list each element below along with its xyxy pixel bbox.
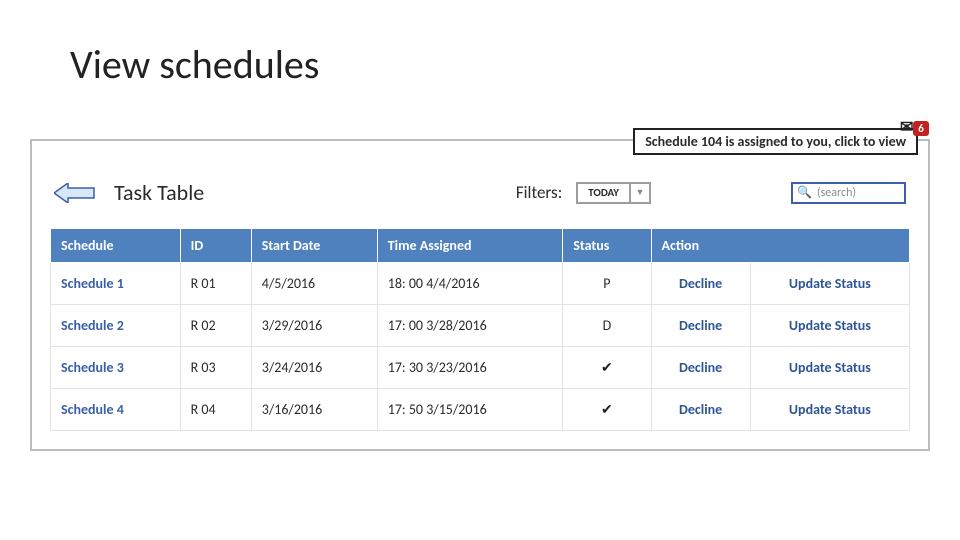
filter-value: TODAY	[578, 186, 629, 199]
notification-badge: ✉ 6	[908, 117, 934, 139]
cell-id: R 01	[180, 263, 251, 305]
table-row: Schedule 2R 023/29/201617: 00 3/28/2016D…	[51, 305, 910, 347]
filters-label: Filters:	[516, 182, 562, 203]
cell-start-date: 4/5/2016	[251, 263, 377, 305]
schedule-link[interactable]: Schedule 3	[51, 347, 181, 389]
col-id: ID	[180, 229, 251, 263]
table-header-row: Schedule ID Start Date Time Assigned Sta…	[51, 229, 910, 263]
cell-start-date: 3/29/2016	[251, 305, 377, 347]
cell-status: D	[563, 305, 651, 347]
cell-id: R 02	[180, 305, 251, 347]
schedule-link[interactable]: Schedule 2	[51, 305, 181, 347]
cell-start-date: 3/16/2016	[251, 389, 377, 431]
back-arrow-icon[interactable]	[54, 183, 96, 203]
page-title: View schedules	[0, 0, 960, 89]
task-table: Schedule ID Start Date Time Assigned Sta…	[50, 228, 910, 431]
cell-time-assigned: 17: 50 3/15/2016	[377, 389, 563, 431]
search-input[interactable]: 🔍 (search)	[791, 182, 906, 204]
col-schedule: Schedule	[51, 229, 181, 263]
cell-time-assigned: 17: 30 3/23/2016	[377, 347, 563, 389]
search-placeholder: (search)	[817, 186, 856, 200]
cell-status: ✔	[563, 347, 651, 389]
update-status-link[interactable]: Update Status	[750, 305, 909, 347]
cell-status: ✔	[563, 389, 651, 431]
cell-id: R 04	[180, 389, 251, 431]
update-status-link[interactable]: Update Status	[750, 389, 909, 431]
toolbar: Task Table Filters: TODAY ▼ 🔍 (search)	[50, 179, 910, 206]
notification-banner[interactable]: Schedule 104 is assigned to you, click t…	[633, 128, 918, 155]
main-panel: Schedule 104 is assigned to you, click t…	[30, 139, 930, 451]
cell-start-date: 3/24/2016	[251, 347, 377, 389]
col-start-date: Start Date	[251, 229, 377, 263]
decline-link[interactable]: Decline	[651, 263, 750, 305]
col-action: Action	[651, 229, 909, 263]
cell-time-assigned: 17: 00 3/28/2016	[377, 305, 563, 347]
decline-link[interactable]: Decline	[651, 389, 750, 431]
table-row: Schedule 3R 033/24/201617: 30 3/23/2016✔…	[51, 347, 910, 389]
cell-time-assigned: 18: 00 4/4/2016	[377, 263, 563, 305]
schedule-link[interactable]: Schedule 4	[51, 389, 181, 431]
update-status-link[interactable]: Update Status	[750, 263, 909, 305]
search-icon: 🔍	[797, 185, 812, 200]
mail-icon: ✉	[900, 117, 913, 137]
cell-id: R 03	[180, 347, 251, 389]
decline-link[interactable]: Decline	[651, 347, 750, 389]
chevron-down-icon: ▼	[629, 184, 649, 202]
col-status: Status	[563, 229, 651, 263]
table-row: Schedule 4R 043/16/201617: 50 3/15/2016✔…	[51, 389, 910, 431]
update-status-link[interactable]: Update Status	[750, 347, 909, 389]
filter-dropdown[interactable]: TODAY ▼	[576, 182, 651, 204]
section-label: Task Table	[114, 179, 204, 206]
notification-text: Schedule 104 is assigned to you, click t…	[645, 133, 906, 150]
col-time-assigned: Time Assigned	[377, 229, 563, 263]
notification-count: 6	[913, 121, 929, 136]
schedule-link[interactable]: Schedule 1	[51, 263, 181, 305]
decline-link[interactable]: Decline	[651, 305, 750, 347]
table-row: Schedule 1R 014/5/201618: 00 4/4/2016PDe…	[51, 263, 910, 305]
cell-status: P	[563, 263, 651, 305]
